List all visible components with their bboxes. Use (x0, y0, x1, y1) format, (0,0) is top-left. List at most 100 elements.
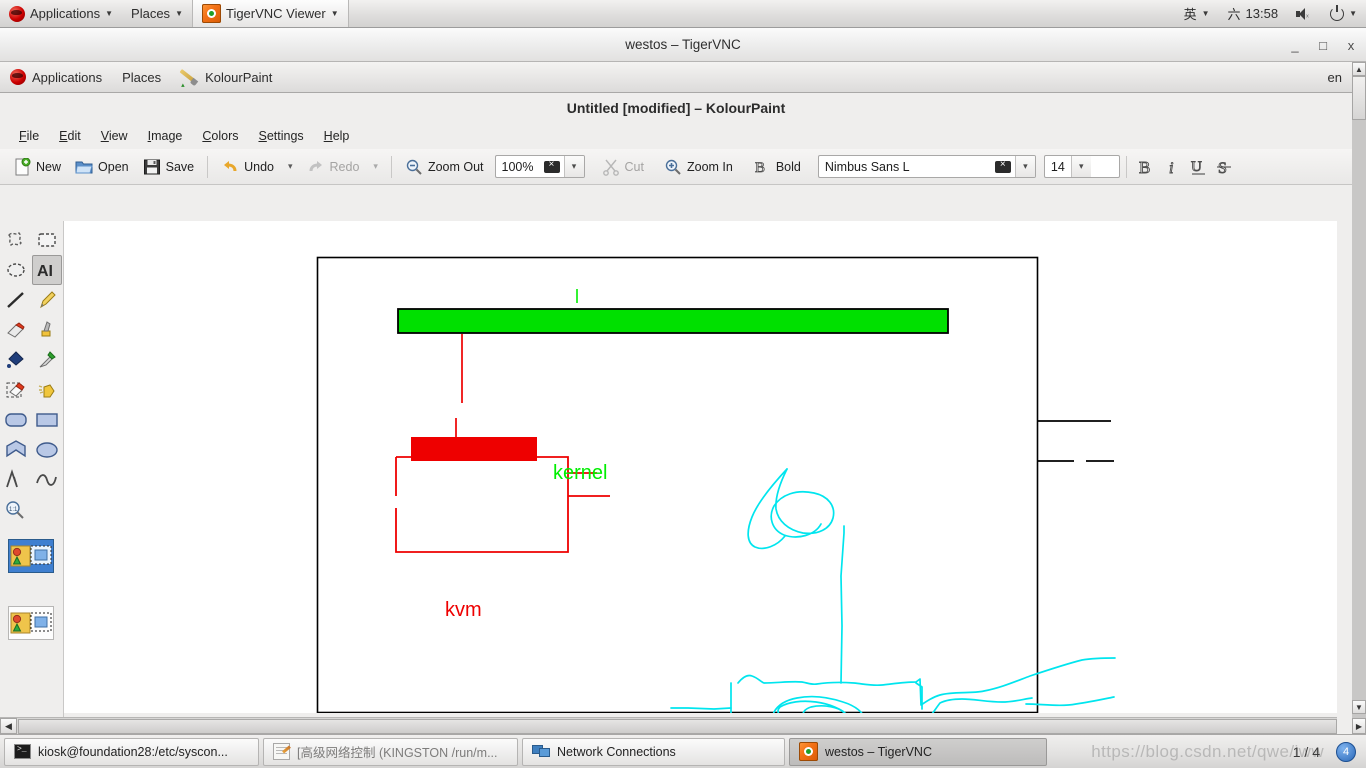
main-toolbar: New Open Save Undo ▾ Redo ▾ Zoom Out 100… (0, 149, 1352, 185)
tool-row (0, 345, 63, 375)
brush-tool[interactable] (33, 315, 63, 345)
minimize-button[interactable]: _ (1288, 38, 1302, 53)
kolourpaint-icon: ▴ (179, 68, 199, 89)
host-active-window-menu[interactable]: TigerVNC Viewer ▼ (191, 0, 349, 27)
chevron-down-icon[interactable]: ▾ (1014, 156, 1035, 177)
svg-text:AI: AI (37, 263, 53, 280)
bold-button[interactable]: B (1133, 154, 1159, 180)
maximize-button[interactable]: □ (1316, 38, 1330, 53)
curve-tool[interactable] (33, 465, 63, 495)
transparent-selection-icon[interactable] (8, 606, 54, 640)
drawing-canvas[interactable]: kernel kvm br0 (64, 221, 1337, 713)
zoom-tool[interactable]: 1:1 (1, 495, 31, 525)
menu-view[interactable]: View (92, 126, 137, 146)
redo-button[interactable]: Redo (300, 155, 367, 179)
clear-icon[interactable] (543, 159, 560, 173)
host-active-window-label: TigerVNC Viewer (225, 6, 326, 21)
bold-text-button[interactable]: B Bold (746, 155, 808, 179)
keyboard-layout-indicator[interactable]: en (1318, 62, 1352, 92)
menu-edit[interactable]: Edit (50, 126, 90, 146)
system-menu[interactable]: ▼ (1321, 0, 1366, 27)
elliptical-select-tool[interactable] (1, 255, 30, 285)
clear-icon[interactable] (994, 159, 1011, 173)
color-picker-tool[interactable] (33, 345, 63, 375)
undo-button[interactable]: Undo (214, 155, 281, 179)
line-tool[interactable] (1, 285, 31, 315)
host-places-menu[interactable]: Places ▼ (122, 0, 192, 27)
flood-fill-tool[interactable] (1, 345, 31, 375)
font-family-value: Nimbus Sans L (824, 159, 910, 174)
horizontal-scrollbar[interactable]: ◀ (0, 717, 1337, 734)
page-title: Untitled [modified] – KolourPaint (566, 100, 786, 116)
italic-button[interactable]: i (1159, 154, 1185, 180)
zoom-out-button[interactable]: Zoom Out (398, 155, 491, 179)
guest-applications-menu[interactable]: Applications (0, 62, 112, 92)
menu-settings[interactable]: Settings (249, 126, 312, 146)
zoom-level-combo[interactable]: 100% ▾ (494, 155, 585, 178)
tool-palette: AI 1:1 (0, 221, 64, 734)
redo-dropdown-arrow[interactable]: ▾ (366, 161, 385, 172)
save-button[interactable]: Save (136, 155, 202, 179)
host-places-label: Places (131, 6, 171, 21)
opaque-selection-icon[interactable] (8, 539, 54, 573)
open-button[interactable]: Open (68, 155, 136, 179)
scroll-left-arrow[interactable]: ◀ (0, 718, 17, 734)
open-button-label: Open (98, 159, 129, 174)
host-taskbar: kiosk@foundation28:/etc/syscon... [高级网络控… (0, 734, 1366, 768)
tigervnc-icon (201, 4, 221, 23)
hscroll-thumb[interactable] (18, 718, 1337, 734)
guest-places-menu[interactable]: Places (112, 62, 171, 92)
text-tool[interactable]: AI (32, 255, 62, 285)
vnc-titlebar[interactable]: westos – TigerVNC _ □ x (0, 28, 1366, 62)
chevron-down-icon[interactable]: ▾ (1070, 156, 1091, 177)
clock[interactable]: 六 13:58 (1219, 0, 1288, 27)
scroll-up-arrow[interactable]: ▲ (1352, 62, 1366, 76)
pencil-tool[interactable] (33, 285, 63, 315)
underline-button[interactable]: U (1185, 154, 1211, 180)
host-applications-menu[interactable]: Applications ▼ (0, 0, 122, 27)
scroll-right-arrow[interactable]: ▶ (1352, 718, 1366, 734)
menu-help[interactable]: Help (315, 126, 359, 146)
new-button[interactable]: New (6, 155, 68, 179)
free-form-select-tool[interactable] (1, 225, 31, 255)
rectangle-select-tool[interactable] (33, 225, 63, 255)
polyline-tool[interactable] (1, 465, 31, 495)
vscroll-thumb[interactable] (1352, 76, 1366, 120)
taskbar-item-label: kiosk@foundation28:/etc/syscon... (38, 744, 228, 759)
menu-file[interactable]: File (10, 126, 48, 146)
taskbar-item-text-editor[interactable]: [高级网络控制 (KINGSTON /run/m... (263, 737, 518, 766)
polygon-tool[interactable] (1, 435, 31, 465)
floppy-save-icon (143, 158, 161, 176)
volume-muted-icon[interactable]: ₓ (1287, 0, 1321, 27)
undo-dropdown-arrow[interactable]: ▾ (281, 161, 300, 172)
taskbar-item-tigervnc[interactable]: westos – TigerVNC (789, 737, 1047, 766)
zoom-out-icon (405, 158, 423, 176)
chevron-down-icon: ▼ (1349, 8, 1357, 18)
taskbar-item-network-connections[interactable]: Network Connections (522, 737, 785, 766)
input-method-indicator[interactable]: 英 ▼ (1175, 0, 1219, 27)
cut-button[interactable]: Cut (595, 155, 651, 179)
color-eraser-tool[interactable] (1, 375, 31, 405)
strikethrough-button[interactable]: S (1211, 154, 1237, 180)
chevron-down-icon[interactable]: ▾ (563, 156, 584, 177)
close-button[interactable]: x (1344, 38, 1358, 53)
undo-button-label: Undo (244, 159, 274, 174)
guest-vertical-scroll-strip[interactable]: ▲ ▼ ▶ (1352, 62, 1366, 734)
scroll-down-arrow[interactable]: ▼ (1352, 700, 1366, 714)
rounded-rectangle-tool[interactable] (1, 405, 31, 435)
kvm-fill-bar (411, 437, 537, 461)
eraser-tool[interactable] (1, 315, 31, 345)
ellipse-tool[interactable] (33, 435, 63, 465)
undo-icon (221, 158, 239, 176)
save-button-label: Save (165, 159, 195, 174)
guest-active-window[interactable]: ▴ KolourPaint (171, 62, 282, 92)
menu-image[interactable]: Image (139, 126, 192, 146)
menu-colors[interactable]: Colors (193, 126, 247, 146)
spray-can-tool[interactable] (33, 375, 63, 405)
font-family-combo[interactable]: Nimbus Sans L ▾ (817, 155, 1036, 178)
zoom-in-button[interactable]: Zoom In (657, 155, 740, 179)
toolbar-separator (207, 155, 209, 178)
font-size-combo[interactable]: 14 ▾ (1043, 155, 1120, 178)
rectangle-tool[interactable] (33, 405, 63, 435)
taskbar-item-terminal[interactable]: kiosk@foundation28:/etc/syscon... (4, 737, 259, 766)
